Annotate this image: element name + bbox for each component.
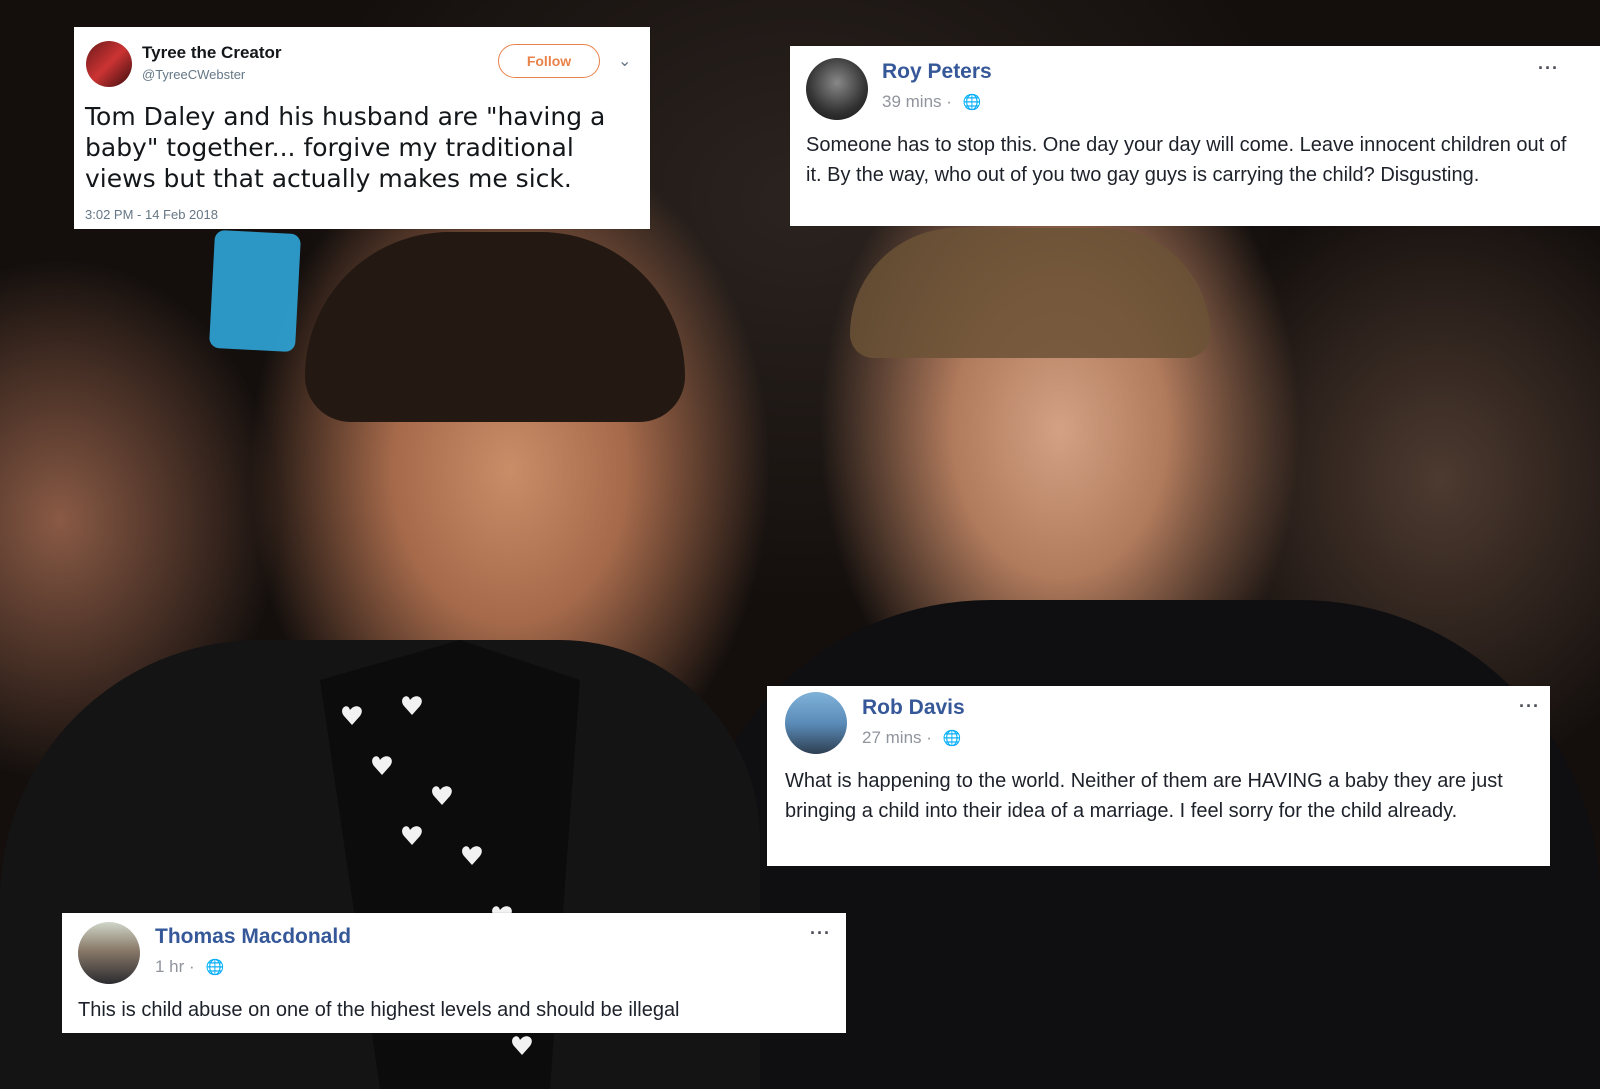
right-person-hair	[850, 228, 1210, 358]
more-options-icon[interactable]: ···	[1519, 696, 1540, 717]
avatar[interactable]	[78, 922, 140, 984]
comment-text: Someone has to stop this. One day your d…	[806, 134, 1567, 186]
globe-icon: 🌐	[205, 959, 225, 976]
commenter-name[interactable]: Rob Davis	[862, 696, 965, 720]
comment-card: Rob Davis 27 mins · 🌐 ··· What is happen…	[767, 686, 1550, 866]
globe-icon: 🌐	[962, 94, 982, 111]
avatar[interactable]	[785, 692, 847, 754]
user-handle[interactable]: @TyreeCWebster	[142, 67, 245, 82]
comment-meta: 39 mins · 🌐	[882, 92, 981, 112]
comment-text: This is child abuse on one of the highes…	[78, 999, 680, 1021]
comment-text: What is happening to the world. Neither …	[785, 770, 1503, 822]
comment-meta: 27 mins · 🌐	[862, 728, 961, 748]
avatar[interactable]	[86, 41, 132, 87]
chevron-down-icon[interactable]: ⌄	[618, 51, 631, 71]
tweet-timestamp[interactable]: 3:02 PM - 14 Feb 2018	[85, 207, 218, 222]
tweet-text: Tom Daley and his husband are "having a …	[85, 102, 606, 193]
tweet-card: Tyree the Creator @TyreeCWebster Follow …	[74, 27, 650, 229]
globe-icon: 🌐	[942, 730, 962, 747]
phone-in-crowd	[208, 229, 302, 353]
avatar[interactable]	[806, 58, 868, 120]
follow-button[interactable]: Follow	[498, 44, 600, 78]
comment-card: Roy Peters 39 mins · 🌐 ··· Someone has t…	[790, 46, 1600, 226]
meta-separator: ·	[189, 957, 195, 976]
meta-separator: ·	[926, 728, 932, 747]
meta-separator: ·	[946, 92, 952, 111]
display-name[interactable]: Tyree the Creator	[142, 43, 282, 63]
comment-meta: 1 hr · 🌐	[155, 957, 224, 977]
comment-time[interactable]: 1 hr	[155, 957, 184, 976]
commenter-name[interactable]: Roy Peters	[882, 60, 992, 84]
comment-time[interactable]: 39 mins	[882, 92, 942, 111]
commenter-name[interactable]: Thomas Macdonald	[155, 925, 351, 949]
left-person-hair	[305, 232, 685, 422]
comment-time[interactable]: 27 mins	[862, 728, 922, 747]
more-options-icon[interactable]: ···	[810, 923, 831, 944]
comment-card: Thomas Macdonald 1 hr · 🌐 ··· This is ch…	[62, 913, 846, 1033]
more-options-icon[interactable]: ···	[1538, 58, 1559, 79]
